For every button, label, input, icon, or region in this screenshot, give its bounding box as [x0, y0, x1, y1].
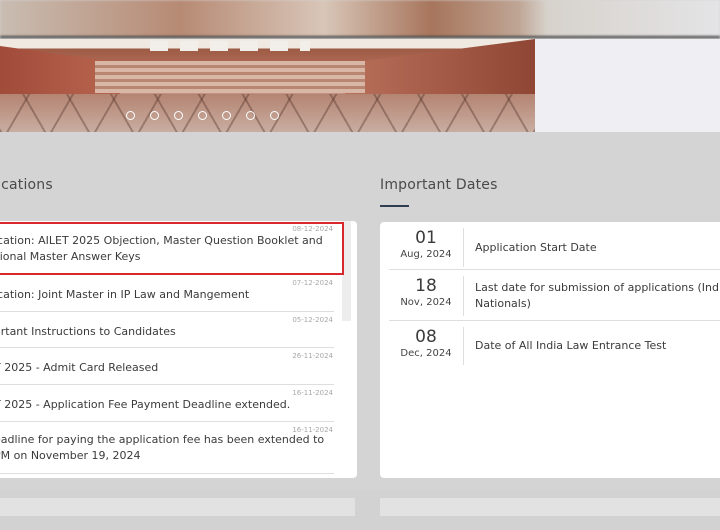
- date-day: 18: [415, 276, 437, 296]
- notice-text[interactable]: PM on November 19, 2024: [0, 448, 141, 464]
- date-label: Application Start Date: [475, 241, 597, 254]
- date-day: 08: [415, 327, 437, 347]
- notice-date: 26-11-2024: [292, 352, 333, 360]
- list-item[interactable]: 26-11-2024 T 2025 - Admit Card Released: [0, 348, 334, 385]
- list-item[interactable]: 05-12-2024 ortant Instructions to Candid…: [0, 312, 334, 348]
- notice-text[interactable]: eadline for paying the application fee h…: [0, 432, 324, 448]
- notice-text[interactable]: ortant Instructions to Candidates: [0, 324, 176, 340]
- date-month: Nov, 2024: [400, 297, 452, 308]
- notice-date: 16-11-2024: [292, 389, 333, 397]
- important-dates-heading: Important Dates: [380, 177, 498, 193]
- top-banner-strip: [0, 0, 720, 38]
- notice-date: 07-12-2024: [292, 279, 333, 287]
- date-day: 01: [415, 228, 437, 248]
- list-item[interactable]: 16-11-2024 eadline for paying the applic…: [0, 422, 334, 474]
- date-row: 18 Nov, 2024 Last date for submission of…: [389, 270, 720, 321]
- date-row: 01 Aug, 2024 Application Start Date: [389, 225, 720, 270]
- notifications-list: 08-12-2024 ication: AILET 2025 Objection…: [0, 221, 357, 478]
- carousel-dot[interactable]: [198, 111, 207, 120]
- important-dates-list: 01 Aug, 2024 Application Start Date 18 N…: [380, 222, 720, 478]
- date-label: Date of All India Law Entrance Test: [475, 339, 667, 352]
- date-month: Dec, 2024: [400, 348, 452, 359]
- bottom-strip: [0, 490, 720, 530]
- notifications-heading: ications: [0, 177, 53, 193]
- date-badge: 18 Nov, 2024: [389, 276, 464, 316]
- heading-underline: [380, 205, 409, 207]
- carousel-dot[interactable]: [126, 111, 135, 120]
- notice-date: 05-12-2024: [292, 316, 333, 324]
- notice-text[interactable]: sional Master Answer Keys: [0, 249, 141, 265]
- date-badge: 01 Aug, 2024: [389, 228, 464, 267]
- carousel-dot[interactable]: [222, 111, 231, 120]
- notice-text[interactable]: ication: AILET 2025 Objection, Master Qu…: [0, 233, 323, 249]
- carousel-dot[interactable]: [246, 111, 255, 120]
- hero-side-panel: [535, 39, 720, 132]
- notice-text[interactable]: T 2025 - Application Fee Payment Deadlin…: [0, 397, 290, 413]
- carousel-dot[interactable]: [270, 111, 279, 120]
- list-item[interactable]: 07-12-2024 ication: Joint Master in IP L…: [0, 275, 334, 312]
- carousel-indicators: [126, 111, 279, 120]
- list-item[interactable]: 08-12-2024 ication: AILET 2025 Objection…: [0, 221, 334, 275]
- carousel-dot[interactable]: [174, 111, 183, 120]
- scrollbar[interactable]: [342, 221, 351, 321]
- notice-text[interactable]: T 2025 - Admit Card Released: [0, 360, 158, 376]
- date-label: Last date for submission of applications…: [475, 281, 720, 310]
- date-row: 08 Dec, 2024 Date of All India Law Entra…: [389, 321, 720, 367]
- date-badge: 08 Dec, 2024: [389, 327, 464, 365]
- carousel-dot[interactable]: [150, 111, 159, 120]
- date-month: Aug, 2024: [400, 249, 452, 260]
- notice-text[interactable]: ication: Joint Master in IP Law and Mang…: [0, 287, 249, 303]
- notice-date: 08-12-2024: [292, 225, 333, 233]
- list-item[interactable]: 16-11-2024 T 2025 - Application Fee Paym…: [0, 385, 334, 422]
